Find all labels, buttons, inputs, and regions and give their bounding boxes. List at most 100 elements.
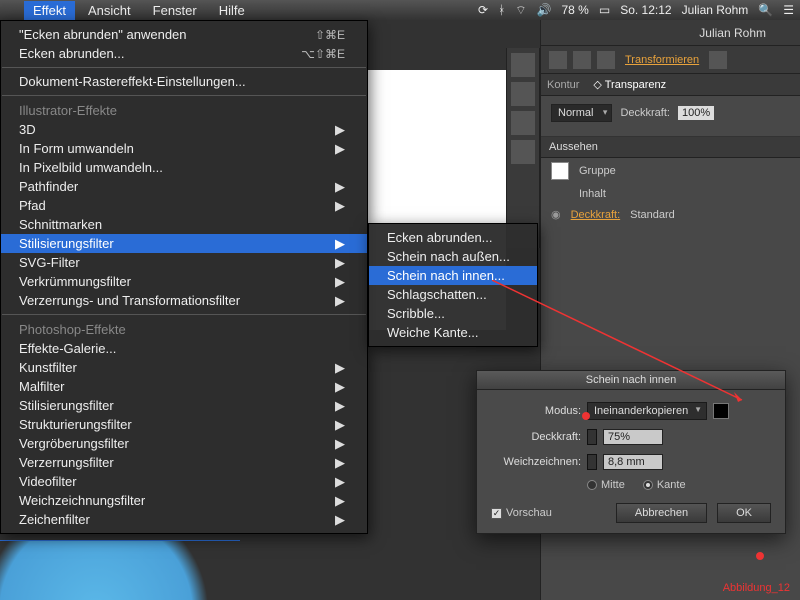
menu-texture[interactable]: Strukturierungsfilter▶	[1, 415, 367, 434]
menu-convert-shape[interactable]: In Form umwandeln▶	[1, 139, 367, 158]
annotation-dot	[582, 412, 590, 420]
tab-transparenz[interactable]: ◇ Transparenz	[593, 78, 666, 91]
dialog-title: Schein nach innen	[477, 371, 785, 390]
menu-brush-strokes[interactable]: Malfilter▶	[1, 377, 367, 396]
mode-label: Modus:	[491, 405, 581, 417]
menu-distort-transform[interactable]: Verzerrungs- und Transformationsfilter▶	[1, 291, 367, 310]
menu-warp[interactable]: Verkrümmungsfilter▶	[1, 272, 367, 291]
menu-path[interactable]: Pfad▶	[1, 196, 367, 215]
group-label: Gruppe	[579, 165, 616, 177]
transparency-panel: Normal Deckkraft: 100%	[541, 96, 800, 137]
submenu-outer-glow[interactable]: Schein nach außen...	[369, 247, 537, 266]
wifi-icon[interactable]: ⌔	[515, 3, 526, 18]
tool-icon[interactable]	[511, 111, 535, 135]
bluetooth-icon[interactable]: ᚼ	[498, 3, 505, 17]
annotation-dot	[756, 552, 764, 560]
notification-center-icon[interactable]: ☰	[783, 3, 794, 17]
menu-hilfe[interactable]: Hilfe	[210, 1, 254, 20]
align-icon[interactable]	[549, 51, 567, 69]
ok-button[interactable]: OK	[717, 503, 771, 523]
menu-separator	[2, 95, 366, 96]
contents-label: Inhalt	[579, 188, 606, 200]
blur-input[interactable]: 8,8 mm	[603, 454, 663, 470]
user-bar: Julian Rohm	[541, 20, 800, 46]
align-icon[interactable]	[573, 51, 591, 69]
battery-percent: 78 %	[562, 3, 589, 17]
volume-icon[interactable]: 🔊	[537, 3, 552, 17]
annotation-caption: Abbildung_12	[723, 582, 790, 594]
appearance-group-row[interactable]: Gruppe	[541, 158, 800, 184]
appearance-contents-row[interactable]: Inhalt	[541, 184, 800, 204]
menu-video[interactable]: Videofilter▶	[1, 472, 367, 491]
opacity-input[interactable]: 75%	[603, 429, 663, 445]
artwork-shape	[0, 540, 240, 600]
stylize-submenu: Ecken abrunden... Schein nach außen... S…	[368, 223, 538, 347]
options-row: Transformieren	[541, 46, 800, 74]
right-toolstrip	[506, 48, 540, 248]
menu-raster-settings[interactable]: Dokument-Rastereffekt-Einstellungen...	[1, 72, 367, 91]
option-icon[interactable]	[709, 51, 727, 69]
effekt-menu: "Ecken abrunden" anwenden⇧⌘E Ecken abrun…	[0, 20, 368, 534]
panel-tabs: Kontur ◇ Transparenz	[541, 74, 800, 96]
submenu-drop-shadow[interactable]: Schlagschatten...	[369, 285, 537, 304]
tool-icon[interactable]	[511, 140, 535, 164]
submenu-round-corners[interactable]: Ecken abrunden...	[369, 228, 537, 247]
menu-separator	[2, 314, 366, 315]
tool-icon[interactable]	[511, 53, 535, 77]
menubar-user[interactable]: Julian Rohm	[682, 3, 749, 17]
opacity-field[interactable]: 100%	[678, 106, 714, 120]
blur-stepper[interactable]	[587, 454, 597, 470]
blend-mode-select[interactable]: Normal	[551, 104, 612, 122]
clock[interactable]: So. 12:12	[620, 3, 671, 17]
menu-svg-filter[interactable]: SVG-Filter▶	[1, 253, 367, 272]
glow-color-swatch[interactable]	[713, 403, 729, 419]
menu-apply-last[interactable]: "Ecken abrunden" anwenden⇧⌘E	[1, 25, 367, 44]
menu-sketch[interactable]: Zeichenfilter▶	[1, 510, 367, 529]
menu-rasterize[interactable]: In Pixelbild umwandeln...	[1, 158, 367, 177]
menu-3d[interactable]: 3D▶	[1, 120, 367, 139]
inner-glow-dialog: Schein nach innen Modus: Ineinanderkopie…	[476, 370, 786, 534]
menu-distort[interactable]: Verzerrungsfilter▶	[1, 453, 367, 472]
sync-icon[interactable]: ⟳	[478, 3, 488, 17]
menu-stylize[interactable]: Stilisierungsfilter▶	[1, 234, 367, 253]
submenu-inner-glow[interactable]: Schein nach innen...	[369, 266, 537, 285]
cancel-button[interactable]: Abbrechen	[616, 503, 707, 523]
menu-ansicht[interactable]: Ansicht	[79, 1, 140, 20]
macos-menubar: Effekt Ansicht Fenster Hilfe ⟳ ᚼ ⌔ 🔊 78 …	[0, 0, 800, 20]
visibility-icon[interactable]: ◉	[551, 208, 561, 221]
status-tray: ⟳ ᚼ ⌔ 🔊 78 % ▭ So. 12:12 Julian Rohm 🔍 ☰	[478, 3, 794, 18]
preview-checkbox[interactable]: ✓Vorschau	[491, 507, 552, 519]
spotlight-icon[interactable]: 🔍	[758, 3, 773, 17]
tab-kontur[interactable]: Kontur	[547, 79, 579, 91]
tool-icon[interactable]	[511, 82, 535, 106]
opacity-link[interactable]: Deckkraft:	[571, 209, 621, 221]
opacity-stepper[interactable]	[587, 429, 597, 445]
menu-artistic[interactable]: Kunstfilter▶	[1, 358, 367, 377]
menu-header-illustrator: Illustrator-Effekte	[1, 100, 367, 120]
menu-fenster[interactable]: Fenster	[144, 1, 206, 20]
menu-cropmarks[interactable]: Schnittmarken	[1, 215, 367, 234]
align-icon[interactable]	[597, 51, 615, 69]
group-thumbnail	[551, 162, 569, 180]
appearance-opacity-row[interactable]: ◉ Deckkraft: Standard	[541, 204, 800, 225]
menu-header-photoshop: Photoshop-Effekte	[1, 319, 367, 339]
transform-link[interactable]: Transformieren	[621, 54, 703, 66]
menu-effect-gallery[interactable]: Effekte-Galerie...	[1, 339, 367, 358]
opacity-label: Deckkraft:	[620, 107, 670, 119]
menu-ps-stylize[interactable]: Stilisierungsfilter▶	[1, 396, 367, 415]
menu-blur[interactable]: Weichzeichnungsfilter▶	[1, 491, 367, 510]
user-name[interactable]: Julian Rohm	[551, 26, 790, 40]
menu-pathfinder[interactable]: Pathfinder▶	[1, 177, 367, 196]
battery-icon[interactable]: ▭	[599, 3, 610, 17]
menu-pixelate[interactable]: Vergröberungsfilter▶	[1, 434, 367, 453]
radio-edge[interactable]: Kante	[643, 479, 686, 491]
blur-label: Weichzeichnen:	[491, 456, 581, 468]
appearance-header[interactable]: Aussehen	[541, 137, 800, 158]
radio-center[interactable]: Mitte	[587, 479, 625, 491]
mode-select[interactable]: Ineinanderkopieren	[587, 402, 707, 420]
menu-effekt[interactable]: Effekt	[24, 1, 75, 20]
submenu-feather[interactable]: Weiche Kante...	[369, 323, 537, 342]
menu-last-effect[interactable]: Ecken abrunden...⌥⇧⌘E	[1, 44, 367, 63]
submenu-scribble[interactable]: Scribble...	[369, 304, 537, 323]
opacity-value: Standard	[630, 209, 675, 221]
